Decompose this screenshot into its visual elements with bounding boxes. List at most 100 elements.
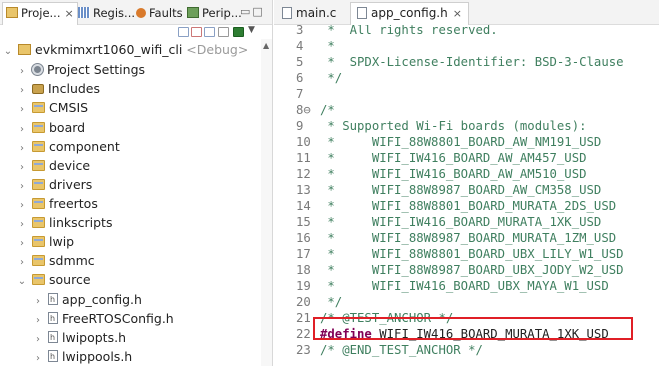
tab-faults[interactable]: Faults — [136, 3, 183, 23]
close-icon[interactable]: × — [453, 7, 462, 20]
tree-item-project-root[interactable]: ⌄ evkmimxrt1060_wifi_cli <Debug> — [2, 40, 249, 61]
code-line: 6 */ — [274, 70, 659, 86]
line-number: 19 — [296, 279, 311, 293]
registers-icon — [78, 7, 90, 18]
build-icon[interactable] — [233, 27, 244, 37]
code-line: 19 * WIFI_IW416_BOARD_UBX_MAYA_W1_USD — [274, 278, 659, 294]
code-text: * WIFI_88W8987_BOARD_AW_CM358_USD — [320, 183, 602, 197]
tree-item-lwippools-h[interactable]: › lwippools.h — [32, 347, 132, 366]
close-icon[interactable]: × — [64, 7, 73, 20]
tab-project-explorer[interactable]: Proje... × — [2, 2, 78, 25]
link-with-editor-icon[interactable] — [191, 27, 202, 37]
line-number: 23 — [296, 343, 311, 357]
tree-item-label: drivers — [49, 177, 93, 192]
scroll-up-icon[interactable]: ▲ — [263, 41, 269, 50]
tree-item-freertos[interactable]: › freertos — [16, 194, 98, 213]
folder-icon — [32, 122, 45, 133]
tree-item-label: component — [49, 139, 120, 154]
tab-peripherals[interactable]: Perip... — [187, 3, 242, 23]
code-line: 16 * WIFI_88W8987_BOARD_MURATA_1ZM_USD — [274, 230, 659, 246]
focus-icon[interactable] — [218, 27, 229, 37]
tree-item-cmsis[interactable]: › CMSIS — [16, 98, 88, 117]
code-line: 11 * WIFI_IW416_BOARD_AW_AM457_USD — [274, 150, 659, 166]
project-explorer-icon — [6, 7, 18, 18]
project-name: evkmimxrt1060_wifi_cli — [35, 42, 183, 57]
tree-item-source[interactable]: ⌄ source — [16, 270, 91, 289]
line-number: 5 — [296, 55, 304, 69]
tree-item-app-config-h[interactable]: ›app_config.h — [32, 290, 142, 309]
folder-icon — [32, 255, 45, 266]
chevron-right-icon[interactable]: › — [32, 349, 44, 366]
line-number: 18 — [296, 263, 311, 277]
code-line: 3 * All rights reserved. — [274, 25, 659, 38]
header-file-icon — [48, 328, 58, 347]
project-explorer-panel: Proje... × Regis... Faults Perip... ▭□ ▼ … — [0, 0, 273, 366]
view-menu-icon[interactable]: ▼ — [248, 25, 255, 35]
tree-item-label: FreeRTOSConfig.h — [62, 311, 174, 326]
chevron-down-icon[interactable]: ⌄ — [2, 42, 14, 61]
tree-item-sdmmc[interactable]: › sdmmc — [16, 251, 95, 270]
tree-item-label: CMSIS — [49, 100, 89, 115]
tab-project-explorer-label: Proje... — [21, 6, 61, 20]
pane-window-controls: ▭□ — [240, 5, 265, 18]
line-number: 7 — [296, 87, 304, 101]
left-tab-bar: Proje... × Regis... Faults Perip... ▭□ — [0, 0, 272, 25]
tree-item-drivers[interactable]: › drivers — [16, 175, 92, 194]
line-number: 14 — [296, 199, 311, 213]
chevron-down-icon[interactable]: ⌄ — [16, 272, 28, 291]
code-line: 12 * WIFI_IW416_BOARD_AW_AM510_USD — [274, 166, 659, 182]
code-text: /* — [320, 103, 335, 117]
code-line: 5 * SPDX-License-Identifier: BSD-3-Claus… — [274, 54, 659, 70]
tree-item-freertosconfig-h[interactable]: ›FreeRTOSConfig.h — [32, 309, 174, 328]
maximize-icon[interactable]: □ — [252, 5, 264, 18]
tree-item-label: Project Settings — [47, 62, 146, 77]
tree-item-label: Includes — [48, 81, 101, 96]
code-line: 8⊖ /* — [274, 102, 659, 118]
tab-main-c[interactable]: main.c — [282, 3, 336, 23]
tree-item-label: lwip — [49, 234, 75, 249]
code-line: 10 * WIFI_88W8801_BOARD_AW_NM191_USD — [274, 134, 659, 150]
code-text: * WIFI_88W8801_BOARD_MURATA_2DS_USD — [320, 199, 617, 213]
folder-icon — [32, 274, 45, 285]
tree-item-component[interactable]: › component — [16, 137, 120, 156]
tree-item-includes[interactable]: › Includes — [16, 79, 100, 98]
minimize-icon[interactable]: ▭ — [240, 5, 252, 18]
c-file-icon — [282, 7, 292, 19]
header-file-icon — [48, 347, 58, 366]
tree-item-project-settings[interactable]: › Project Settings — [16, 60, 145, 79]
tree-item-board[interactable]: › board — [16, 118, 85, 137]
line-number: 12 — [296, 167, 311, 181]
tree-item-lwip[interactable]: › lwip — [16, 232, 74, 251]
folder-icon — [32, 141, 45, 152]
filter-icon[interactable] — [204, 27, 215, 37]
tree-item-linkscripts[interactable]: › linkscripts — [16, 213, 112, 232]
tab-main-c-label: main.c — [296, 6, 337, 20]
includes-icon — [32, 84, 44, 94]
line-number: 11 — [296, 151, 311, 165]
explorer-scrollbar[interactable]: ▲ — [261, 39, 272, 366]
code-text: * WIFI_88W8801_BOARD_AW_NM191_USD — [320, 135, 602, 149]
code-text: * WIFI_88W8801_BOARD_UBX_LILY_W1_USD — [320, 247, 624, 261]
tab-registers-label: Regis... — [93, 6, 136, 20]
tab-app-config-h[interactable]: app_config.h × — [350, 2, 469, 25]
tree-item-device[interactable]: › device — [16, 156, 90, 175]
code-text: * — [320, 39, 335, 53]
line-number: 16 — [296, 231, 311, 245]
folder-icon — [32, 102, 45, 113]
folder-icon — [32, 160, 45, 171]
tree-item-lwipopts-h[interactable]: ›lwipopts.h — [32, 328, 126, 347]
code-editor[interactable]: 3 * All rights reserved. 4 * 5 * SPDX-Li… — [274, 25, 659, 366]
tab-registers[interactable]: Regis... — [78, 3, 135, 23]
code-text: * All rights reserved. — [320, 25, 498, 37]
tree-item-label: lwipopts.h — [62, 330, 126, 345]
code-line: 4 * — [274, 38, 659, 54]
tree-item-label: lwippools.h — [62, 349, 133, 364]
collapse-all-icon[interactable] — [178, 27, 189, 37]
chevron-right-icon[interactable]: › — [16, 100, 28, 119]
code-line: 20 */ — [274, 294, 659, 310]
line-number: 3 — [296, 25, 304, 37]
tree-item-label: freertos — [49, 196, 98, 211]
editor-tab-bar: main.c app_config.h × — [274, 0, 659, 25]
code-line: 15 * WIFI_IW416_BOARD_MURATA_1XK_USD — [274, 214, 659, 230]
tree-item-label: source — [49, 272, 91, 287]
